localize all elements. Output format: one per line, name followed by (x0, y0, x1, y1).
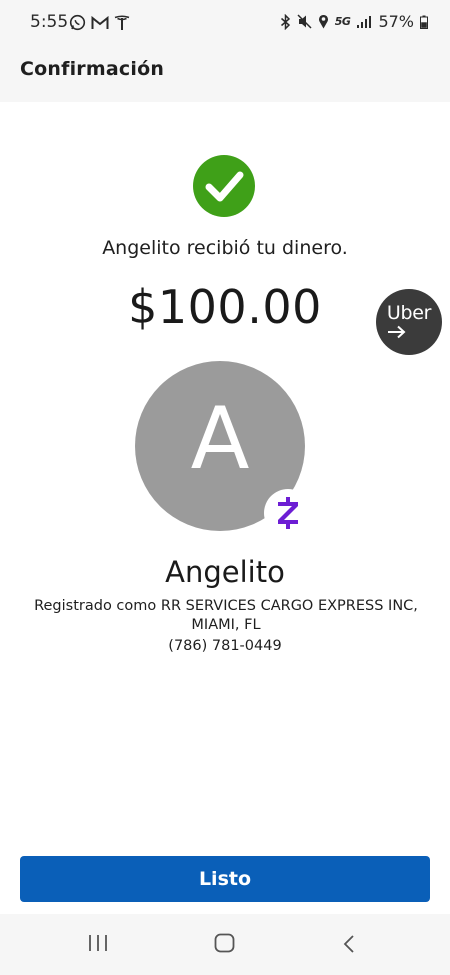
bluetooth-icon (280, 13, 290, 30)
page-title: Confirmación (20, 58, 165, 80)
mute-icon (297, 14, 312, 29)
confirmation-message: Angelito recibió tu dinero. (102, 237, 348, 259)
zelle-icon (278, 497, 298, 529)
status-icons: 5G 57% (280, 12, 428, 31)
avatar-initial: A (190, 389, 250, 489)
notification-icons (69, 14, 130, 31)
whatsapp-icon (69, 14, 86, 31)
app-header: Confirmación (0, 44, 450, 102)
zelle-badge (264, 489, 312, 537)
home-icon[interactable] (214, 933, 235, 953)
arrow-right-icon (388, 325, 406, 339)
status-bar: 5:55 5G 57% (0, 0, 450, 44)
system-nav-bar (0, 914, 450, 975)
status-time: 5:55 (30, 12, 69, 32)
recipient-registration: Registrado como RR SERVICES CARGO EXPRES… (34, 598, 418, 633)
back-icon[interactable] (342, 934, 356, 954)
recipient-name: Angelito (165, 555, 285, 589)
recents-icon[interactable] (88, 934, 108, 952)
network-type: 5G (334, 15, 351, 28)
battery-icon (420, 15, 428, 29)
done-button[interactable]: Listo (20, 856, 430, 902)
success-check-icon (193, 155, 255, 217)
uber-label: Uber (386, 302, 432, 324)
recipient-phone: (786) 781-0449 (168, 638, 282, 654)
battery-percent: 57% (378, 12, 414, 31)
gmail-icon (91, 15, 109, 29)
uber-floating-bubble[interactable]: Uber (376, 289, 442, 355)
location-icon (318, 14, 328, 29)
signal-icon (357, 15, 372, 28)
tesla-icon (114, 14, 130, 30)
